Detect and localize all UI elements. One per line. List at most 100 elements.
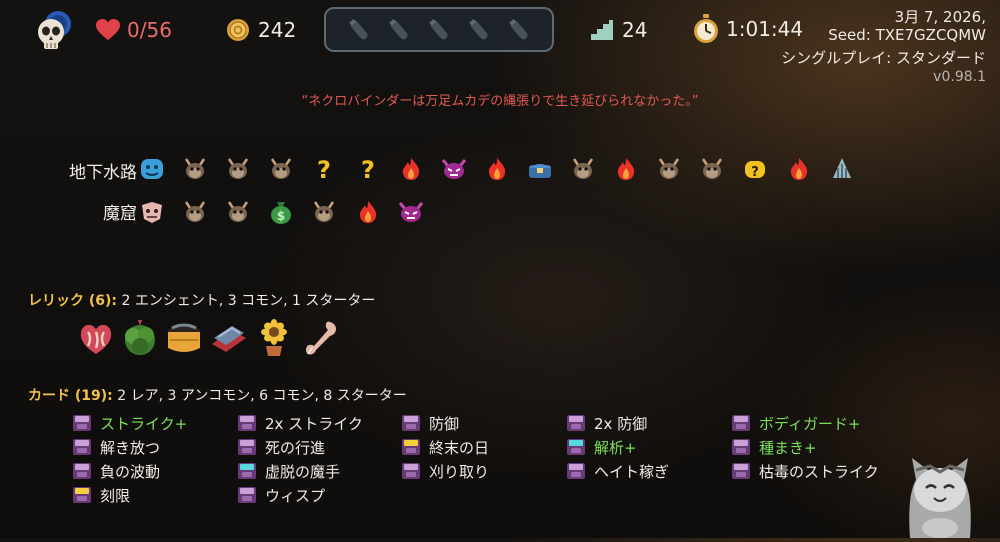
rest-node[interactable] (396, 154, 426, 184)
monster-icon (659, 158, 680, 179)
death-message: “ネクロバインダーは万足ムカデの縄張りで生き延びられなかった。” (301, 94, 699, 109)
monster-node[interactable] (568, 154, 598, 184)
monster-node[interactable] (654, 154, 684, 184)
act-2-path: $ (0, 195, 1000, 229)
run-date: 3月 7, 2026, (894, 8, 986, 26)
empty-potion-icon (429, 18, 448, 39)
card-entry[interactable]: 解き放つ (72, 437, 160, 457)
hp-display: 0/56 (95, 18, 172, 42)
gold-display: 242 (226, 18, 296, 42)
card-entry[interactable]: 枯毒のストライク (731, 461, 879, 481)
card-name: 終末の日 (429, 438, 490, 457)
unknown-node[interactable]: ? (740, 154, 770, 184)
elite-node[interactable] (396, 197, 426, 227)
relic-heart[interactable] (76, 318, 116, 358)
run-seed: Seed: TXE7GZCQMW (828, 26, 986, 44)
monster-node[interactable] (180, 154, 210, 184)
unknown-icon: ? (745, 161, 766, 180)
drum-relic-icon (168, 323, 200, 352)
monster-node[interactable] (266, 154, 296, 184)
card-entry[interactable]: ボディガード+ (731, 413, 861, 433)
bush-relic-icon (125, 320, 155, 355)
card-entry[interactable]: ウィスプ (237, 485, 325, 505)
relics-title: レリック (6): (28, 293, 118, 309)
card-name: ヘイト稼ぎ (594, 462, 670, 481)
rest-node[interactable] (611, 154, 641, 184)
empty-potion-icon (469, 18, 488, 39)
shop-node[interactable]: $ (266, 197, 296, 227)
card-icon (401, 462, 421, 480)
relic-bush[interactable] (120, 318, 160, 358)
game-version: v0.98.1 (933, 69, 986, 85)
monster-icon (572, 158, 594, 179)
potion-slot[interactable] (344, 15, 374, 45)
rest-icon (790, 158, 807, 180)
empty-potion-icon (389, 18, 408, 39)
relic-sunflower[interactable] (254, 318, 294, 358)
boss-node[interactable] (827, 154, 857, 184)
sunflower-relic-icon (261, 319, 287, 356)
card-name: ストライク+ (100, 414, 188, 433)
rest-icon (402, 158, 419, 180)
card-name: 2x ストライク (265, 414, 363, 433)
card-entry[interactable]: ヘイト稼ぎ (566, 461, 669, 481)
rest-node[interactable] (353, 197, 383, 227)
treasure-icon (528, 164, 551, 178)
cat-mascot-icon (909, 458, 971, 538)
card-icon (72, 486, 92, 504)
unknown-icon: ? (361, 156, 375, 182)
card-icon (566, 462, 586, 480)
relic-bone[interactable] (300, 318, 340, 358)
ancient-node[interactable] (137, 197, 167, 227)
card-name: 虚脱の魔手 (265, 462, 341, 481)
card-icon (237, 486, 257, 504)
monster-node[interactable] (309, 197, 339, 227)
card-icon (566, 438, 586, 456)
potion-slot[interactable] (504, 15, 534, 45)
empty-potion-icon (509, 18, 528, 39)
rest-icon (359, 201, 376, 223)
card-icon (237, 414, 257, 432)
monster-icon (185, 158, 206, 179)
card-name: 刈り取り (429, 462, 490, 481)
unknown-node[interactable]: ? (309, 154, 339, 184)
potion-slot[interactable] (384, 15, 414, 45)
card-entry[interactable]: 終末の日 (401, 437, 489, 457)
card-name: ウィスプ (265, 486, 326, 505)
rest-node[interactable] (784, 154, 814, 184)
card-entry[interactable]: 死の行進 (237, 437, 325, 457)
rest-node[interactable] (482, 154, 512, 184)
card-entry[interactable]: 虚脱の魔手 (237, 461, 340, 481)
card-name: 刻限 (100, 486, 131, 505)
potion-slot[interactable] (424, 15, 454, 45)
monster-node[interactable] (180, 197, 210, 227)
card-entry[interactable]: 刻限 (72, 485, 130, 505)
boss-icon (832, 158, 851, 178)
card-icon (731, 414, 751, 432)
floor-value: 24 (622, 18, 648, 42)
card-entry[interactable]: ストライク+ (72, 413, 187, 433)
relic-whetstone[interactable] (208, 318, 248, 358)
monster-node[interactable] (223, 197, 253, 227)
card-entry[interactable]: 負の波動 (72, 461, 160, 481)
monster-node[interactable] (223, 154, 253, 184)
card-entry[interactable]: 種まき+ (731, 437, 817, 457)
ancient-node[interactable] (137, 154, 167, 184)
card-icon (401, 438, 421, 456)
card-name: 2x 防御 (594, 414, 648, 433)
relic-drum[interactable] (164, 318, 204, 358)
card-icon (566, 414, 586, 432)
monster-node[interactable] (697, 154, 727, 184)
card-entry[interactable]: 解析+ (566, 437, 637, 457)
card-entry[interactable]: 2x 防御 (566, 413, 647, 433)
card-entry[interactable]: 2x ストライク (237, 413, 363, 433)
treasure-node[interactable] (525, 154, 555, 184)
unknown-node[interactable]: ? (353, 154, 383, 184)
potion-slot[interactable] (464, 15, 494, 45)
elite-node[interactable] (439, 154, 469, 184)
card-icon (731, 462, 751, 480)
card-name: 解析+ (594, 438, 637, 457)
card-entry[interactable]: 防御 (401, 413, 459, 433)
card-entry[interactable]: 刈り取り (401, 461, 489, 481)
cat-mascot (900, 440, 980, 538)
